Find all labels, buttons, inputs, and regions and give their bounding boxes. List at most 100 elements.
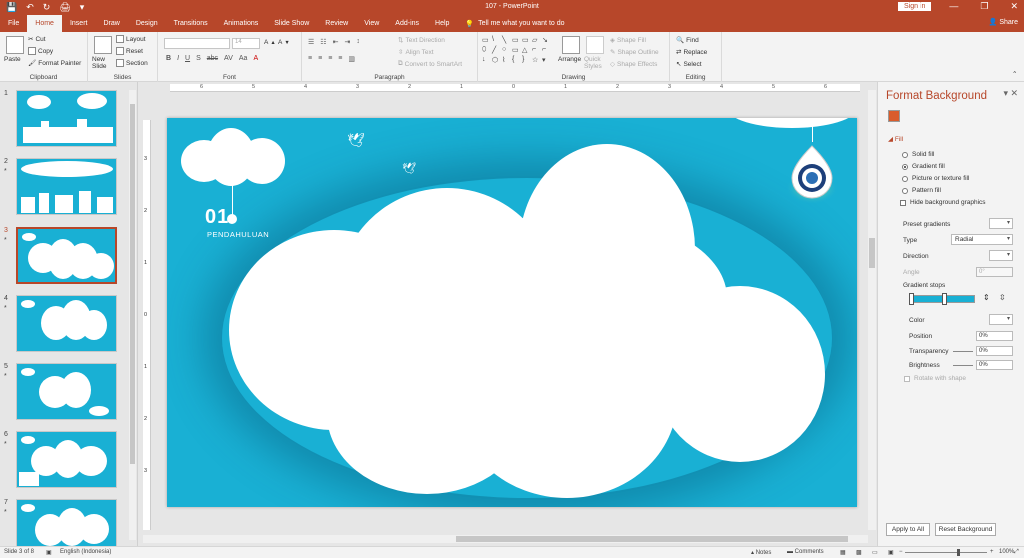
ribbon-display-options-icon[interactable]: ⊡: [920, 1, 928, 12]
replace-button[interactable]: ⇄ Replace: [676, 48, 707, 57]
section-title[interactable]: PENDAHULUAN: [207, 230, 269, 239]
university-logo-badge[interactable]: [786, 142, 838, 204]
fill-section-header[interactable]: ◢ Fill: [888, 135, 903, 143]
font-color-button[interactable]: A: [253, 55, 258, 62]
slide-thumbnail-selected[interactable]: 3 *: [0, 227, 130, 291]
collapse-ribbon-icon[interactable]: ⌃: [1012, 70, 1017, 78]
position-spinner[interactable]: 0%: [976, 331, 1013, 341]
slide-thumbnail[interactable]: 1: [0, 90, 130, 154]
format-painter-button[interactable]: 🖌 Format Painter: [28, 59, 81, 68]
tab-view[interactable]: View: [356, 15, 387, 32]
tab-insert[interactable]: Insert: [62, 15, 96, 32]
underline-button[interactable]: U: [185, 55, 190, 62]
tab-animations[interactable]: Animations: [216, 15, 267, 32]
tab-home[interactable]: Home: [27, 15, 62, 32]
bold-button[interactable]: B: [166, 55, 171, 62]
slide-canvas[interactable]: 01 PENDAHULUAN 🕊 🕊: [167, 118, 857, 507]
scrollbar-thumb[interactable]: [869, 238, 875, 268]
pattern-fill-option[interactable]: Pattern fill: [902, 187, 941, 194]
bullets-icon[interactable]: ☰: [308, 38, 314, 46]
slide-sorter-icon[interactable]: ▩: [856, 549, 862, 556]
preset-gradients-dropdown[interactable]: [989, 218, 1013, 229]
tab-slide-show[interactable]: Slide Show: [266, 15, 317, 32]
font-name-combo[interactable]: [164, 38, 230, 49]
spellcheck-icon[interactable]: ▣: [46, 549, 52, 556]
tab-design[interactable]: Design: [128, 15, 166, 32]
shape-icon[interactable]: ╲: [502, 36, 512, 46]
shape-icon[interactable]: \: [492, 36, 502, 46]
copy-button[interactable]: Copy: [28, 47, 53, 55]
numbering-icon[interactable]: ☷: [320, 38, 326, 46]
pane-close-icon[interactable]: ▾ ✕: [1003, 88, 1018, 99]
arrange-button[interactable]: Arrange: [558, 56, 581, 63]
layout-button[interactable]: Layout: [116, 35, 146, 43]
slide-thumbnail[interactable]: 5 *: [0, 363, 130, 427]
restore-icon[interactable]: ❐: [980, 1, 988, 12]
apply-to-all-button[interactable]: Apply to All: [886, 523, 930, 536]
tab-review[interactable]: Review: [317, 15, 356, 32]
minimize-icon[interactable]: —: [949, 1, 958, 12]
line-spacing-icon[interactable]: ↕: [356, 38, 360, 46]
section-button[interactable]: Section: [116, 59, 148, 67]
quick-styles-icon[interactable]: [586, 36, 604, 54]
comments-button[interactable]: ▬ Comments: [787, 549, 824, 555]
notes-button[interactable]: ▴ Notes: [751, 549, 771, 556]
shape-fill-button[interactable]: ◈ Shape Fill: [610, 36, 646, 45]
shape-icon[interactable]: ▭: [512, 36, 522, 46]
tell-me-box[interactable]: 💡 Tell me what you want to do: [457, 20, 564, 28]
close-icon[interactable]: ✕: [1010, 1, 1018, 12]
zoom-level[interactable]: 100%: [999, 549, 1014, 555]
reset-button[interactable]: Reset: [116, 47, 143, 55]
fit-slide-icon[interactable]: ⤢: [1014, 549, 1019, 556]
convert-smartart-button[interactable]: ⧉ Convert to SmartArt: [398, 60, 462, 68]
strikethrough-button[interactable]: abc: [207, 55, 218, 62]
font-size-combo[interactable]: 14: [232, 38, 260, 49]
zoom-in-icon[interactable]: +: [990, 549, 994, 555]
italic-button[interactable]: I: [177, 55, 179, 62]
remove-stop-icon[interactable]: ⇳: [999, 293, 1006, 302]
zoom-slider[interactable]: [905, 552, 987, 553]
main-cloud-body[interactable]: [397, 218, 727, 418]
tab-draw[interactable]: Draw: [95, 15, 127, 32]
align-left-icon[interactable]: ≡: [308, 55, 312, 63]
transparency-slider[interactable]: [953, 351, 973, 352]
slide-thumbnail[interactable]: 2 *: [0, 158, 130, 222]
align-center-icon[interactable]: ≡: [318, 55, 322, 63]
hide-bg-graphics-checkbox[interactable]: Hide background graphics: [900, 199, 986, 206]
shape-icon[interactable]: ▭: [522, 36, 532, 46]
shape-icon[interactable]: }: [522, 56, 532, 66]
shrink-font-icon[interactable]: A ▼: [278, 39, 290, 46]
paste-button[interactable]: Paste: [4, 56, 21, 63]
find-button[interactable]: 🔍 Find: [676, 36, 699, 45]
shape-icon[interactable]: ⌐: [542, 46, 552, 56]
shape-icon[interactable]: ⬡: [492, 56, 502, 66]
decrease-indent-icon[interactable]: ⇤: [333, 38, 339, 46]
type-dropdown[interactable]: Radial: [951, 234, 1013, 245]
editor-horizontal-scrollbar[interactable]: [143, 535, 868, 543]
scrollbar-thumb[interactable]: [130, 104, 135, 464]
justify-icon[interactable]: ≡: [338, 55, 342, 63]
shape-icon[interactable]: ⬯: [482, 46, 492, 56]
shape-outline-button[interactable]: ✎ Shape Outline: [610, 48, 659, 57]
share-button[interactable]: 👤 Share: [989, 18, 1018, 26]
rotate-with-shape-checkbox[interactable]: Rotate with shape: [904, 375, 966, 382]
columns-icon[interactable]: ▥: [348, 55, 355, 63]
shape-icon[interactable]: △: [522, 46, 532, 56]
tab-add-ins[interactable]: Add-ins: [387, 15, 427, 32]
shape-icon[interactable]: ☆: [532, 56, 542, 66]
shape-icon[interactable]: ▭: [512, 46, 522, 56]
brightness-slider[interactable]: [953, 365, 973, 366]
slideshow-icon[interactable]: ▣: [888, 549, 894, 556]
shape-icon[interactable]: {: [512, 56, 522, 66]
arrange-icon[interactable]: [562, 36, 580, 54]
align-text-button[interactable]: ⇳ Align Text: [398, 48, 434, 57]
editor-vertical-scrollbar[interactable]: [868, 90, 876, 530]
grow-font-icon[interactable]: A ▲: [264, 39, 276, 46]
shape-icon[interactable]: ⌇: [502, 56, 512, 66]
align-right-icon[interactable]: ≡: [328, 55, 332, 63]
cut-button[interactable]: ✂ Cut: [28, 35, 46, 44]
add-stop-icon[interactable]: ⇕: [983, 293, 990, 302]
picture-fill-option[interactable]: Picture or texture fill: [902, 175, 969, 182]
shape-icon[interactable]: ╱: [492, 46, 502, 56]
gradient-fill-option[interactable]: Gradient fill: [902, 163, 945, 170]
